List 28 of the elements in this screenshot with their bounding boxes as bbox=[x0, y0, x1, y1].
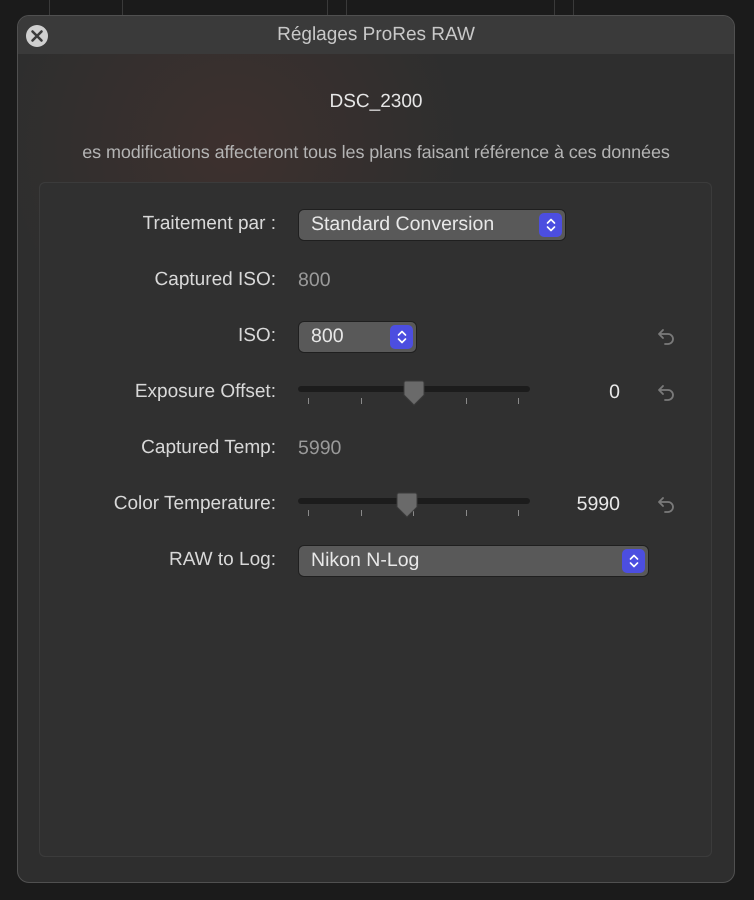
popup-button[interactable]: Nikon N-Log bbox=[298, 544, 649, 576]
setting-label: RAW to Log: bbox=[168, 548, 277, 572]
readout-value: 800 bbox=[298, 268, 331, 293]
slider-track[interactable] bbox=[298, 492, 530, 518]
slider-value: 0 bbox=[608, 380, 620, 405]
clip-name: DSC_2300 bbox=[328, 90, 424, 114]
readout-value: 5990 bbox=[298, 436, 342, 461]
popup-value: 800 bbox=[311, 324, 344, 349]
slider-thumb[interactable] bbox=[403, 380, 425, 406]
setting-label: ISO: bbox=[236, 324, 277, 348]
setting-label: Captured Temp: bbox=[140, 436, 277, 460]
slider-value: 5990 bbox=[576, 492, 620, 517]
stepper-icon bbox=[390, 324, 413, 348]
popup-button[interactable]: 800 bbox=[298, 320, 417, 352]
slider-track[interactable] bbox=[298, 380, 530, 406]
popup-button[interactable]: Standard Conversion bbox=[298, 208, 566, 240]
setting-label: Captured ISO: bbox=[154, 268, 277, 292]
popup-value: Standard Conversion bbox=[311, 212, 494, 237]
window-title: Réglages ProRes RAW bbox=[276, 22, 476, 47]
setting-label: Exposure Offset: bbox=[134, 380, 277, 404]
stepper-icon bbox=[622, 548, 645, 572]
setting-label: Color Temperature: bbox=[112, 492, 277, 516]
stepper-icon bbox=[539, 212, 562, 236]
popup-value: Nikon N-Log bbox=[311, 548, 420, 573]
setting-label: Traitement par : bbox=[142, 212, 277, 236]
notice-text: es modifications affecteront tous les plans faisant référence à ces données bbox=[81, 140, 671, 164]
close-button[interactable] bbox=[25, 24, 49, 48]
slider-thumb[interactable] bbox=[396, 492, 418, 518]
